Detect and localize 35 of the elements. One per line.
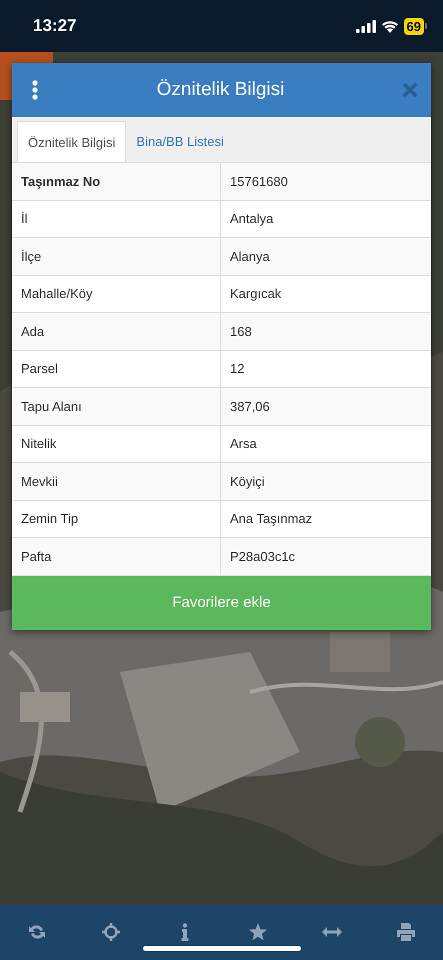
attribute-label: Nitelik: [12, 426, 221, 462]
battery-level: 69: [404, 18, 424, 34]
attribute-label: Taşınmaz No: [12, 163, 221, 200]
attribute-label: Pafta: [12, 538, 221, 574]
attribute-value: 12: [229, 360, 246, 378]
attribute-label: Ada: [12, 313, 221, 350]
attribute-value: 168: [229, 322, 253, 341]
tab[interactable]: Öznitelik Bilgisi: [17, 121, 126, 162]
attribute-label: Mahalle/Köy: [12, 276, 221, 312]
attribute-value: Köyiçi: [229, 472, 266, 491]
attribute-value: Ana Taşınmaz: [229, 510, 314, 528]
more-icon[interactable]: [32, 80, 38, 100]
attribute-label: Parsel: [12, 350, 221, 387]
attribute-label: Tapu Alanı: [12, 388, 221, 424]
tab[interactable]: Bina/BB Listesi: [126, 121, 234, 162]
add-favorites-button[interactable]: Favorilere ekle: [12, 576, 431, 630]
attribute-label: İl: [12, 200, 221, 237]
attribute-value: Arsa: [229, 435, 258, 454]
attribute-value: Alanya: [229, 248, 271, 266]
attribute-label: İlçe: [12, 238, 221, 274]
signal-icon: [356, 20, 376, 32]
attribute-value: Antalya: [229, 210, 274, 228]
crosshair-icon[interactable]: [100, 923, 121, 941]
dialog-title: Öznitelik Bilgisi: [156, 79, 286, 101]
attribute-value: 15761680: [229, 172, 289, 191]
refresh-icon[interactable]: [26, 923, 47, 941]
status-time: 13:27: [33, 16, 76, 36]
print-icon[interactable]: [396, 923, 416, 941]
attribute-value: Kargıcak: [229, 285, 282, 304]
attribute-value: P28a03c1c: [229, 548, 296, 566]
wifi-icon: [380, 20, 399, 32]
attribute-label: Zemin Tip: [12, 500, 221, 537]
attribute-value: 387,06: [229, 398, 271, 416]
attribute-label: Mevkii: [12, 463, 221, 500]
star-icon[interactable]: [248, 923, 268, 941]
